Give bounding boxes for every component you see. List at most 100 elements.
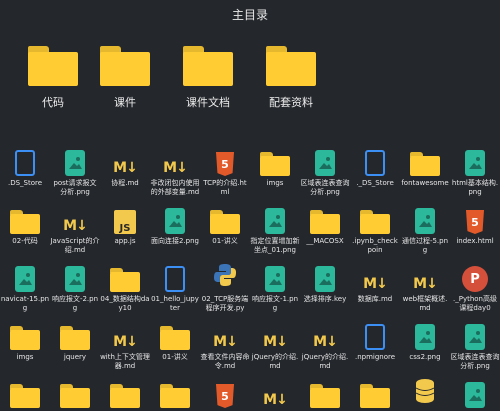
image-file-icon [415, 208, 435, 234]
folder-icon [10, 210, 40, 234]
folder-icon [60, 326, 90, 350]
file-label: 02-代码 [12, 237, 38, 245]
html5-icon: 5 [216, 384, 234, 408]
file-item[interactable]: M↓ JavaScript的介绍.md [50, 206, 100, 255]
file-item[interactable]: M↓ 查看文件内容命令.md [200, 322, 250, 371]
file-item[interactable]: 5 TCP的介绍.html [200, 148, 250, 197]
file-label: 01-讲义 [212, 237, 238, 245]
file-label: 区域表连表查询分析.png [300, 179, 350, 196]
file-item[interactable]: .ipynb_checkpoin [350, 206, 400, 255]
file-item[interactable]: 01-讲义 [200, 206, 250, 246]
file-item[interactable]: .DS_Store [0, 148, 50, 188]
file-label: imgs [16, 353, 34, 361]
folder-icon [160, 384, 190, 408]
file-item[interactable] [450, 380, 500, 411]
file-label: TCP的介绍.html [203, 179, 247, 196]
file-item[interactable]: 5 [200, 380, 250, 411]
folder-code[interactable]: 代码 [17, 46, 89, 110]
file-item[interactable]: html基本结构.png [450, 148, 500, 197]
folder-label: 课件文档 [186, 96, 230, 109]
file-label: with上下文管理器.md [100, 353, 150, 370]
file-item[interactable]: .npmignore [350, 322, 400, 362]
folder-icon [160, 326, 190, 350]
markdown-icon: M↓ [113, 160, 138, 176]
file-label: 面向连接2.png [150, 237, 199, 245]
file-item[interactable]: M↓ jQuery的介绍.md [300, 322, 350, 371]
file-item[interactable]: post请求报文分析.png [50, 148, 100, 197]
file-item[interactable]: imgs [250, 148, 300, 188]
markdown-icon: M↓ [313, 334, 338, 350]
file-item[interactable]: jquery [50, 322, 100, 362]
file-item[interactable]: 01_hello_jupyter [150, 264, 200, 313]
file-item[interactable]: P ._Python高级课程day0 [450, 264, 500, 313]
folder-icon [360, 210, 390, 234]
file-item[interactable] [350, 380, 400, 411]
image-file-icon [65, 266, 85, 292]
file-item[interactable] [150, 380, 200, 411]
file-item[interactable]: M↓ 非改闭包内使用的外部变量.md [150, 148, 200, 197]
folder-label: 配套资料 [269, 96, 313, 109]
file-item[interactable]: M↓ jQuery的介绍.md [250, 322, 300, 371]
file-item[interactable]: M↓ web框架概述.md [400, 264, 450, 313]
file-item[interactable]: imgs [0, 322, 50, 362]
file-item[interactable]: 01-讲义 [150, 322, 200, 362]
image-file-icon [315, 150, 335, 176]
file-item[interactable]: __MACOSX [300, 206, 350, 246]
file-label: .DS_Store [7, 179, 43, 187]
file-item[interactable]: 区域表连表查询分析.png [300, 148, 350, 197]
file-label: fontawesome [401, 179, 449, 187]
file-label: .ipynb_checkpoin [352, 237, 398, 254]
file-label: 非改闭包内使用的外部变量.md [150, 179, 200, 196]
file-label: post请求报文分析.png [53, 179, 97, 196]
file-item[interactable]: fontawesome [400, 148, 450, 188]
document-icon [365, 324, 385, 350]
markdown-icon: M↓ [263, 392, 288, 408]
file-item[interactable]: M↓ with上下文管理器.md [100, 322, 150, 371]
file-item[interactable]: M↓ 协程.md [100, 148, 150, 188]
file-item[interactable]: 指定位置增加新坐点_01.png [250, 206, 300, 255]
file-item[interactable]: ._DS_Store [350, 148, 400, 188]
file-item[interactable]: 5 index.html [450, 206, 500, 246]
image-file-icon [265, 208, 285, 234]
folder-icon [183, 46, 233, 86]
file-item[interactable]: 区域表连表查询分析.png [450, 322, 500, 371]
file-label: jQuery的介绍.md [251, 353, 299, 370]
file-item[interactable]: 02_TCP服务端程序开发.py [200, 264, 250, 313]
file-item[interactable]: css2.png [400, 322, 450, 362]
folder-icon [110, 384, 140, 408]
file-label: 区域表连表查询分析.png [450, 353, 500, 370]
folder-courseware[interactable]: 课件 [89, 46, 161, 110]
folder-icon [10, 384, 40, 408]
file-label: 数据库.md [357, 295, 393, 303]
image-file-icon [315, 266, 335, 292]
file-item[interactable]: 响应报文-2.png [50, 264, 100, 313]
markdown-icon: M↓ [363, 276, 388, 292]
file-label: index.html [456, 237, 494, 245]
file-item[interactable]: 响应报文-1.png [250, 264, 300, 313]
file-item[interactable]: navicat-15.png [0, 264, 50, 313]
file-item[interactable] [400, 379, 450, 411]
folder-icon [100, 46, 150, 86]
file-item[interactable]: 面向连接2.png [150, 206, 200, 246]
folder-icon [360, 384, 390, 408]
folder-materials[interactable]: 配套资料 [255, 46, 327, 110]
file-item[interactable]: 02-代码 [0, 206, 50, 246]
main-folders-row: 代码 课件 课件文档 配套资料 [0, 46, 500, 116]
file-label: 协程.md [111, 179, 139, 187]
image-file-icon [465, 150, 485, 176]
file-item[interactable]: 04_数据结构day10 [100, 264, 150, 313]
file-item[interactable]: M↓ [250, 380, 300, 411]
file-item[interactable] [50, 380, 100, 411]
file-item[interactable] [100, 380, 150, 411]
file-item[interactable] [0, 380, 50, 411]
file-label: 查看文件内容命令.md [200, 353, 250, 370]
file-item[interactable]: JS app.js [100, 206, 150, 246]
file-item[interactable] [300, 380, 350, 411]
file-item[interactable]: 选择排序.key [300, 264, 350, 304]
folder-courseware-docs[interactable]: 课件文档 [172, 46, 244, 110]
folder-icon [60, 384, 90, 408]
file-label: __MACOSX [306, 237, 344, 245]
file-item[interactable]: 通信过程-5.png [400, 206, 450, 255]
file-item[interactable]: M↓ 数据库.md [350, 264, 400, 304]
folder-icon [266, 46, 316, 86]
